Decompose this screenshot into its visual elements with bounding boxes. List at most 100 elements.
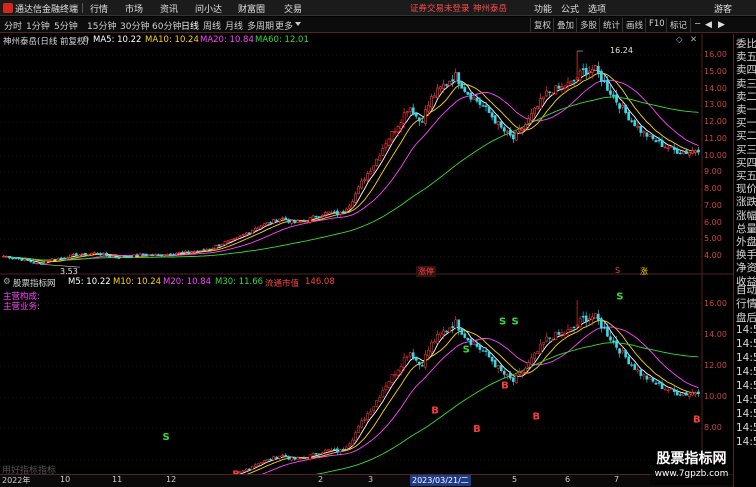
sub-candle-body xyxy=(360,420,363,428)
candle-body xyxy=(548,91,552,93)
candle-body xyxy=(354,193,357,203)
sub-candle-body xyxy=(685,392,688,396)
sell-tag: S xyxy=(615,266,621,275)
candle-body xyxy=(47,260,51,262)
candle-body xyxy=(105,252,109,257)
candle-body xyxy=(566,82,570,87)
candle-body xyxy=(17,257,21,260)
candle-body xyxy=(153,254,157,257)
candle-body xyxy=(53,258,57,261)
candle-body xyxy=(618,103,621,109)
candle-body xyxy=(78,254,81,257)
candle-body xyxy=(502,127,506,132)
candlesticks xyxy=(2,51,700,266)
candle-body xyxy=(666,147,670,150)
sub-candle-body xyxy=(442,330,445,335)
candle-body xyxy=(663,146,667,149)
tick-list-label: 14:5 xyxy=(736,408,756,420)
sub-candlesticks xyxy=(94,299,700,487)
sub-candle-body xyxy=(493,359,497,368)
tick-list-label[interactable]: 自动 xyxy=(736,282,756,297)
candle-body xyxy=(90,253,93,256)
candle-body xyxy=(147,254,151,256)
candle-body xyxy=(420,121,424,123)
y-tick-label: 14.00 xyxy=(704,329,727,339)
candle-body xyxy=(390,131,394,141)
sub-candle-body xyxy=(269,459,272,461)
sub-candle-body xyxy=(509,373,512,379)
candle-body xyxy=(323,212,327,216)
sub-candle-body xyxy=(675,390,679,396)
sub-candle-body xyxy=(587,318,591,321)
sub-candle-body xyxy=(342,448,345,451)
candle-body xyxy=(123,255,127,258)
sub-candle-body xyxy=(387,381,391,388)
candle-body xyxy=(32,262,36,264)
sell-signal: S xyxy=(616,292,623,303)
candle-body xyxy=(287,220,291,223)
sub-candle-body xyxy=(627,356,630,365)
tick-list-label: 14:5 xyxy=(736,338,756,350)
sub-candle-body xyxy=(581,316,585,318)
candle-body xyxy=(475,98,479,102)
candle-body xyxy=(469,93,473,100)
sub-candle-body xyxy=(639,369,643,376)
x-label-year: 2022年 xyxy=(2,476,31,485)
candle-body xyxy=(381,148,385,156)
sub-candle-body xyxy=(363,419,366,421)
sub-candle-body xyxy=(348,443,351,447)
sub-candle-body xyxy=(357,425,360,433)
bottom-watermark-text: 用好指标指标 xyxy=(2,466,57,476)
watermark-url: www.7gpzb.com xyxy=(654,469,729,479)
candle-body xyxy=(44,260,48,265)
sub-candle-body xyxy=(621,350,624,353)
candle-body xyxy=(545,90,549,97)
sub-candle-body xyxy=(548,337,552,339)
candle-body xyxy=(108,256,112,258)
candle-body xyxy=(405,111,409,114)
candle-body xyxy=(527,118,530,124)
sub-candle-body xyxy=(521,371,524,375)
candle-body xyxy=(357,186,360,194)
sub-candle-body xyxy=(263,460,266,463)
candle-body xyxy=(518,128,521,132)
sub-candle-body xyxy=(475,343,479,347)
sub-candle-body xyxy=(551,339,555,341)
sell-signal: S xyxy=(463,345,470,356)
kline-chart[interactable]: SSSSSBBBBBB xyxy=(0,0,733,487)
ma-line xyxy=(3,79,699,261)
sub-candle-body xyxy=(336,448,339,453)
candle-body xyxy=(360,180,363,189)
tick-list-label: 14:5 xyxy=(736,380,756,392)
candle-body xyxy=(596,65,600,74)
tick-list-label[interactable]: 行情 xyxy=(736,296,756,311)
candle-body xyxy=(396,126,400,133)
candle-body xyxy=(241,234,245,236)
candle-body xyxy=(129,256,133,258)
sell-signal: S xyxy=(163,432,170,443)
candle-body xyxy=(290,220,294,224)
candle-body xyxy=(132,254,136,258)
sub-candle-body xyxy=(454,319,458,329)
chart-grid xyxy=(0,34,733,474)
candle-body xyxy=(26,259,30,261)
candle-body xyxy=(181,251,184,254)
sub-candle-body xyxy=(272,456,275,461)
sub-candle-body xyxy=(539,343,542,354)
sub-candle-body xyxy=(293,457,297,460)
sub-candle-body xyxy=(657,382,661,384)
candle-body xyxy=(481,105,485,107)
y-tick-label: 12.00 xyxy=(704,360,727,370)
candle-body xyxy=(587,70,591,73)
candle-body xyxy=(366,173,370,181)
candle-body xyxy=(159,254,163,257)
candle-body xyxy=(593,65,597,71)
sub-candle-body xyxy=(424,354,427,368)
sub-candle-body xyxy=(308,454,312,460)
sub-candle-body xyxy=(666,389,670,392)
tick-list-label[interactable]: 盘后 xyxy=(736,310,756,325)
candle-body xyxy=(81,253,84,255)
sub-candle-body xyxy=(241,470,245,472)
sub-candle-body xyxy=(618,348,621,354)
candle-body xyxy=(603,80,606,83)
